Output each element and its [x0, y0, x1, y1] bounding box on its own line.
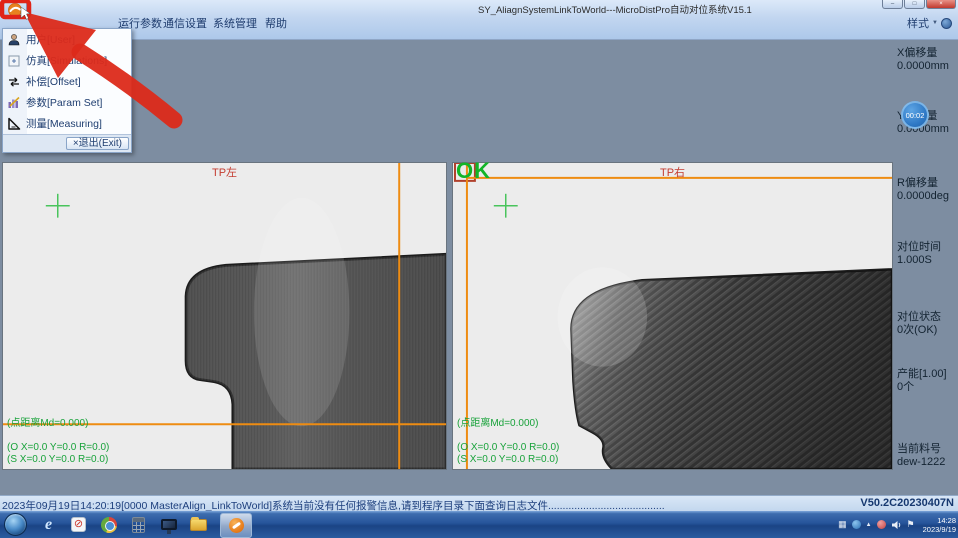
metric-label: X偏移量 [897, 47, 957, 60]
metric-value: 0.0000deg [897, 190, 957, 203]
clock-date: 2023/9/19 [923, 525, 956, 534]
param-icon [7, 96, 21, 110]
taskbar-active-app-button[interactable] [220, 513, 252, 538]
camera-right-label: TP右 [453, 164, 892, 180]
metric-value: 0次(OK) [897, 324, 957, 337]
simulation-icon [7, 54, 21, 68]
taskbar-ie-icon[interactable]: e [40, 516, 57, 533]
system-tray: ▦ ▲ ⚑ 14:28 2023/9/19 [838, 511, 956, 538]
client-area: TP左 (点距离Md=0.000) (O X=0.0 Y=0.0 R=0.0) … [0, 40, 958, 495]
menu-help[interactable]: 帮助 [265, 15, 287, 31]
window-controls: – □ × [882, 0, 956, 9]
metric-x-offset: X偏移量 0.0000mm [897, 47, 957, 72]
left-offset-o-readout: (O X=0.0 Y=0.0 R=0.0) [7, 442, 109, 453]
metric-label: 当前料号 [897, 443, 957, 456]
alignment-result: OK [456, 158, 491, 184]
app-menu-button[interactable] [3, 1, 27, 19]
camera-left-label: TP左 [3, 164, 446, 180]
offset-icon [7, 75, 21, 89]
menu-item-simulation[interactable]: 仿真[Simulations] [3, 50, 131, 71]
recording-timer-text: 00:02 [906, 111, 925, 120]
right-offset-o-readout: (O X=0.0 Y=0.0 R=0.0) [457, 442, 559, 453]
taskbar-folder-icon[interactable] [190, 516, 207, 533]
menu-item-measuring[interactable]: 测量[Measuring] [3, 113, 131, 134]
metric-part-number: 当前料号 dew-1222 [897, 443, 957, 468]
tray-app-icon[interactable] [852, 520, 861, 529]
taskbar-computer-icon[interactable] [160, 516, 177, 533]
keyboard-icon[interactable]: ▦ [838, 519, 847, 530]
menu-item-label: 测量[Measuring] [26, 116, 102, 131]
tray-status-icon[interactable] [877, 520, 886, 529]
metric-value: 1.000S [897, 254, 957, 267]
style-icon [941, 18, 952, 29]
metric-capacity: 产能[1.00] 0个 [897, 368, 957, 393]
menu-exit-strip: ×退出(Exit) [3, 134, 131, 152]
start-button[interactable] [4, 513, 27, 536]
metric-label: R偏移量 [897, 177, 957, 190]
maximize-button[interactable]: □ [904, 0, 925, 9]
metric-value: 0个 [897, 381, 957, 394]
clock-time: 14:28 [923, 516, 956, 525]
taskbar-clock[interactable]: 14:28 2023/9/19 [923, 516, 956, 534]
app-dropdown-menu: 用户[User] 仿真[Simulations] 补偿[Offset] 参数[P… [2, 28, 132, 153]
left-distance-readout: (点距离Md=0.000) [7, 414, 88, 429]
right-distance-readout: (点距离Md=0.000) [457, 414, 538, 429]
chevron-down-icon: ▼ [932, 20, 938, 26]
user-icon [7, 33, 21, 47]
volume-icon[interactable] [891, 520, 902, 530]
left-offset-s-readout: (S X=0.0 Y=0.0 R=0.0) [7, 454, 108, 465]
menu-item-label: 仿真[Simulations] [26, 53, 107, 68]
window-chrome: SY_AliagnSystemLinkToWorld---MicroDistPr… [0, 0, 958, 40]
app-logo-icon [4, 2, 26, 18]
style-label: 样式 [907, 15, 929, 31]
taskbar-left: e ⊘ [4, 511, 252, 538]
menu-item-user[interactable]: 用户[User] [3, 29, 131, 50]
version-label: V50.2C20230407N [860, 497, 954, 509]
taskbar-tool-icon[interactable]: ⊘ [70, 516, 87, 533]
metric-label: 对位状态 [897, 311, 957, 324]
app-logo-icon [229, 518, 244, 533]
metric-align-time: 对位时间 1.000S [897, 241, 957, 266]
menu-item-label: 补偿[Offset] [26, 74, 81, 89]
menu-item-label: 用户[User] [26, 32, 75, 47]
metric-r-offset: R偏移量 0.0000deg [897, 177, 957, 202]
style-dropdown[interactable]: 样式 ▼ [907, 15, 952, 31]
menu-item-label: 参数[Param Set] [26, 95, 102, 110]
metric-value: dew-1222 [897, 456, 957, 469]
metric-value: 0.0000mm [897, 60, 957, 73]
camera-view-right[interactable]: TP右 OK (点距离Md=0.000) (O X=0.0 Y=0.0 R=0.… [452, 162, 893, 470]
minimize-button[interactable]: – [882, 0, 903, 9]
right-offset-s-readout: (S X=0.0 Y=0.0 R=0.0) [457, 454, 558, 465]
recording-timer-overlay: 00:02 [901, 101, 929, 129]
menu-system-manage[interactable]: 系统管理 [213, 15, 257, 31]
tray-up-arrow-icon[interactable]: ▲ [866, 522, 872, 528]
taskbar-chrome-icon[interactable] [100, 516, 117, 533]
metric-align-status: 对位状态 0次(OK) [897, 311, 957, 336]
camera-view-left[interactable]: TP左 (点距离Md=0.000) (O X=0.0 Y=0.0 R=0.0) … [2, 162, 447, 470]
status-bar: 2023年09月19日14:20:19[0000 MasterAlign_Lin… [0, 495, 958, 511]
menu-item-offset[interactable]: 补偿[Offset] [3, 71, 131, 92]
taskbar: e ⊘ ▦ ▲ ⚑ 14:28 2023/9/19 [0, 511, 958, 538]
desktop: { "window": { "title": "SY_AliagnSystemL… [0, 0, 958, 538]
metric-label: 产能[1.00] [897, 368, 957, 381]
window-title: SY_AliagnSystemLinkToWorld---MicroDistPr… [478, 2, 752, 16]
close-button[interactable]: × [926, 0, 956, 9]
menu-comm-settings[interactable]: 通信设置 [163, 15, 207, 31]
menu-item-param[interactable]: 参数[Param Set] [3, 92, 131, 113]
measure-icon [7, 117, 21, 131]
metric-label: 对位时间 [897, 241, 957, 254]
taskbar-calculator-icon[interactable] [130, 516, 147, 533]
network-flag-icon[interactable]: ⚑ [907, 519, 915, 530]
exit-button[interactable]: ×退出(Exit) [66, 137, 129, 150]
